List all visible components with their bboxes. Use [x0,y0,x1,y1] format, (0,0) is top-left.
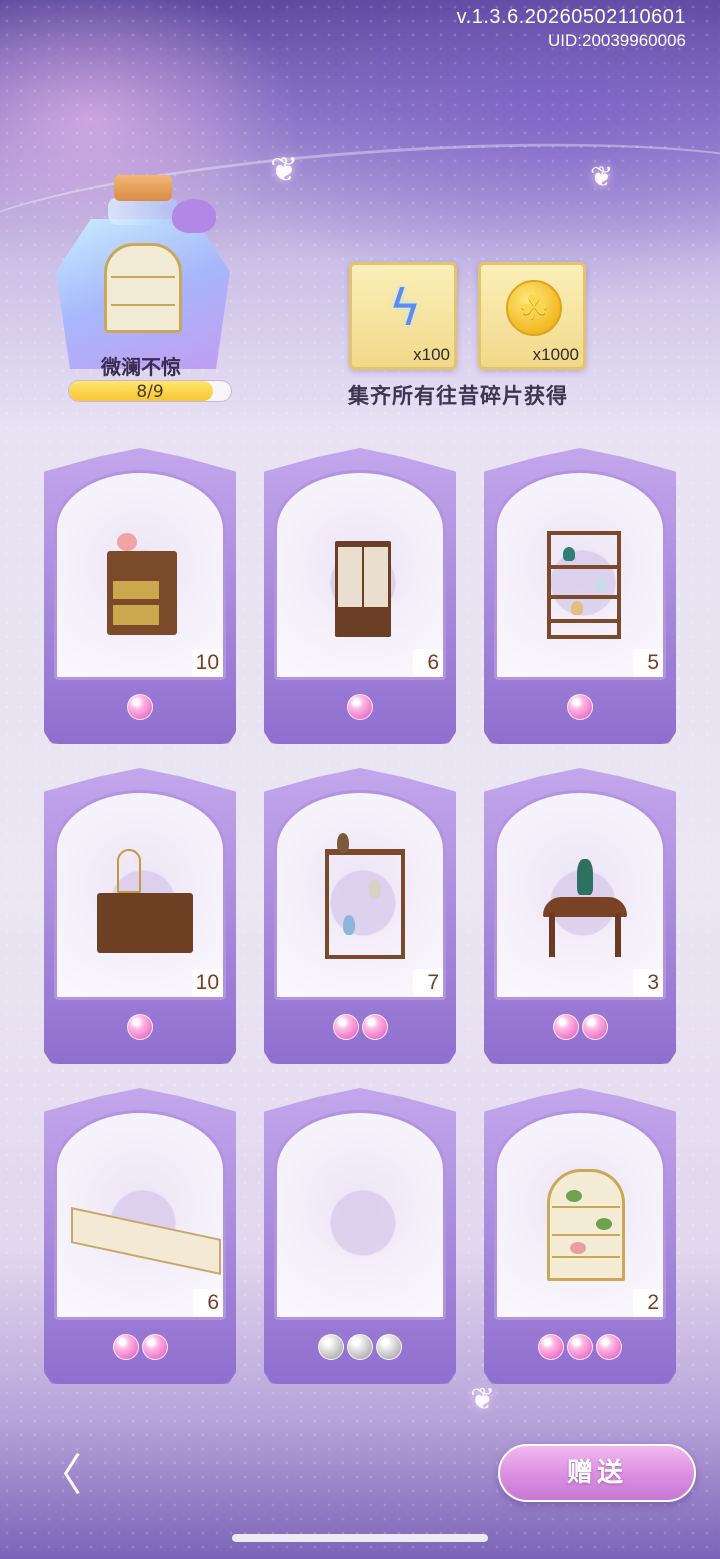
fragment-card-empty[interactable] [264,1088,456,1384]
uid-text: UID:20039960006 [547,31,686,50]
gem-rating [44,1334,236,1360]
gem-icon [141,1334,168,1360]
gem-rating [484,1334,676,1360]
wardrobe-image [317,521,409,639]
version-text: v.1.3.6.20260502110601 [456,6,686,28]
butterfly-icon: ❦ [470,1382,496,1417]
fragment-card[interactable]: 10 [44,448,236,744]
energy-bolt-icon: ϟ [388,279,422,337]
home-indicator[interactable] [232,1534,488,1542]
gem-rating [264,694,456,720]
flower-watermark [313,1173,413,1273]
gem-icon [318,1334,344,1360]
gem-icon [376,1334,402,1360]
butterfly-icon: ❦ [590,160,614,193]
card-inner: 10 [54,790,226,1000]
gem-rating [484,694,676,720]
fragment-count: 6 [193,1289,223,1317]
card-inner: 6 [54,1110,226,1320]
gem-rating [264,1014,456,1040]
fragment-card[interactable]: 7 [264,768,456,1064]
gem-icon [361,1014,388,1040]
wooden-cabinet-image [97,521,189,639]
fragment-count: 3 [633,969,663,997]
gem-icon [112,1334,139,1360]
shop-counter-image [71,1161,221,1279]
version-info: v.1.3.6.20260502110601 UID:20039960006 [457,6,686,51]
gem-icon [596,1334,622,1360]
reward-energy[interactable]: ϟ x100 [349,262,457,370]
gem-icon [127,1014,153,1040]
reward-hint: 集齐所有往昔碎片获得 [348,383,568,408]
butterfly-icon: ❦ [270,150,299,190]
jar-preview-shelf [104,243,182,333]
jar-ribbon [172,199,216,233]
progress-text: 8/9 [136,382,164,402]
fragment-count: 7 [413,969,443,997]
console-table-image [537,841,629,959]
gift-button[interactable]: 赠送 [498,1444,696,1502]
jar-neck [108,197,178,225]
gem-rating [44,694,236,720]
reward-coin[interactable]: ☘ x1000 [478,262,586,370]
collection-jar[interactable]: 微澜不惊 [52,175,232,379]
gem-icon [127,694,153,720]
fragment-card[interactable]: 3 [484,768,676,1064]
gem-icon [347,1334,373,1360]
fragment-card[interactable]: 5 [484,448,676,744]
fragment-card[interactable]: 6 [264,448,456,744]
card-inner [274,1110,446,1320]
card-inner: 7 [274,790,446,1000]
chevron-left-icon: 〈 [38,1450,82,1501]
fragment-count: 6 [413,649,443,677]
gem-rating [264,1334,456,1360]
curio-stand-image [317,833,409,959]
reward-quantity: x1000 [532,345,579,364]
fragment-card[interactable]: 2 [484,1088,676,1384]
collection-name: 微澜不惊 [101,355,181,379]
fragment-card[interactable]: 6 [44,1088,236,1384]
fragment-count: 10 [191,649,223,677]
card-inner: 10 [54,470,226,680]
reward-quantity: x100 [413,345,450,364]
gem-icon [538,1334,564,1360]
back-button[interactable]: 〈 [38,1452,82,1500]
gem-icon [567,1334,593,1360]
clover-coin-icon: ☘ [505,279,563,337]
fragment-count: 2 [633,1289,663,1317]
card-inner: 3 [494,790,666,1000]
card-inner: 6 [274,470,446,680]
sideboard-image [97,841,193,959]
gem-rating [44,1014,236,1040]
fragment-count: 5 [633,649,663,677]
gem-icon [567,694,593,720]
gem-icon [347,694,373,720]
gold-display-cabinet-image [537,1161,629,1281]
gem-rating [484,1014,676,1040]
display-shelf-image [537,521,629,639]
jar-cork [114,175,172,201]
card-inner: 2 [494,1110,666,1320]
card-inner: 5 [494,470,666,680]
gem-icon [581,1014,608,1040]
gem-icon [552,1014,579,1040]
gem-icon [332,1014,359,1040]
collection-progress-bar: 8/9 [68,380,232,402]
fragment-card[interactable]: 10 [44,768,236,1064]
fragment-count: 10 [191,969,223,997]
